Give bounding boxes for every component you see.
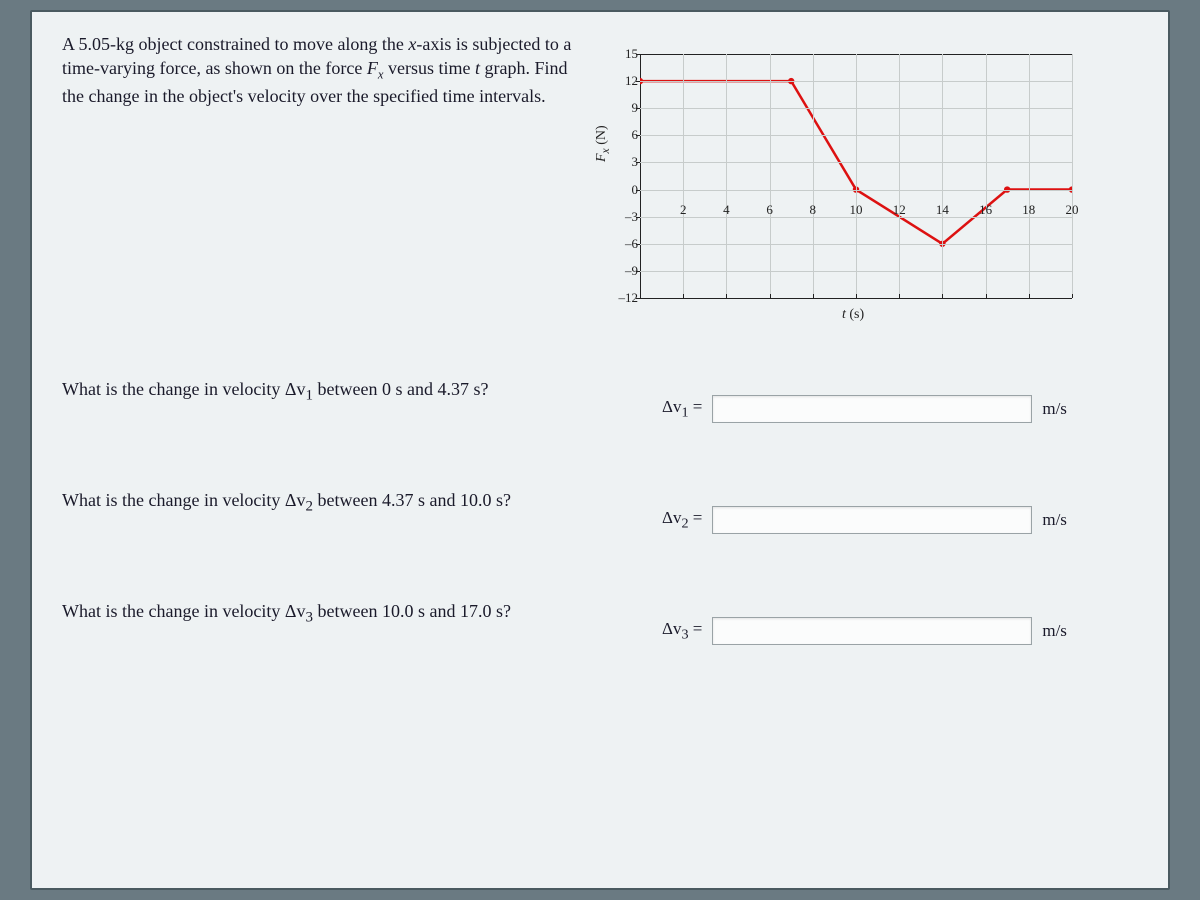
x-tick-label: 20	[1066, 202, 1079, 218]
problem-page: A 5.05-kg object constrained to move alo…	[30, 10, 1170, 890]
x-tick-label: 10	[850, 202, 863, 218]
y-tick-label: –9	[612, 263, 638, 279]
force-time-chart: Fx (N) t (s) 246810121416182015129630–3–…	[602, 32, 1092, 312]
answer-2-label: Δv2 =	[662, 508, 702, 532]
x-tick-label: 2	[680, 202, 687, 218]
answer-2-input[interactable]	[712, 506, 1032, 534]
question-3: What is the change in velocity Δv3 betwe…	[62, 599, 1138, 645]
x-tick-label: 8	[810, 202, 817, 218]
x-tick-label: 4	[723, 202, 730, 218]
top-row: A 5.05-kg object constrained to move alo…	[62, 32, 1138, 312]
question-2: What is the change in velocity Δv2 betwe…	[62, 488, 1138, 534]
y-tick-label: –12	[612, 290, 638, 306]
question-1-text: What is the change in velocity Δv1 betwe…	[62, 377, 622, 406]
answer-1-label: Δv1 =	[662, 397, 702, 421]
y-tick-label: –3	[612, 209, 638, 225]
answer-1-unit: m/s	[1042, 399, 1067, 419]
x-tick-label: 16	[979, 202, 992, 218]
y-tick-label: 0	[612, 182, 638, 198]
question-1: What is the change in velocity Δv1 betwe…	[62, 377, 1138, 423]
y-tick-label: 15	[612, 46, 638, 62]
answer-3-unit: m/s	[1042, 621, 1067, 641]
y-tick-label: –6	[612, 236, 638, 252]
y-tick-label: 3	[612, 154, 638, 170]
x-tick-label: 18	[1022, 202, 1035, 218]
answer-3-label: Δv3 =	[662, 619, 702, 643]
x-tick-label: 6	[766, 202, 773, 218]
y-tick-label: 9	[612, 100, 638, 116]
question-2-text: What is the change in velocity Δv2 betwe…	[62, 488, 622, 517]
answer-2-unit: m/s	[1042, 510, 1067, 530]
y-tick-label: 6	[612, 127, 638, 143]
answer-1-input[interactable]	[712, 395, 1032, 423]
y-axis-label: Fx (N)	[594, 125, 612, 162]
x-tick-label: 12	[893, 202, 906, 218]
y-tick-label: 12	[612, 73, 638, 89]
question-3-text: What is the change in velocity Δv3 betwe…	[62, 599, 622, 628]
answer-3-input[interactable]	[712, 617, 1032, 645]
x-tick-label: 14	[936, 202, 949, 218]
problem-statement: A 5.05-kg object constrained to move alo…	[62, 32, 602, 108]
x-axis-label: t (s)	[842, 307, 864, 323]
